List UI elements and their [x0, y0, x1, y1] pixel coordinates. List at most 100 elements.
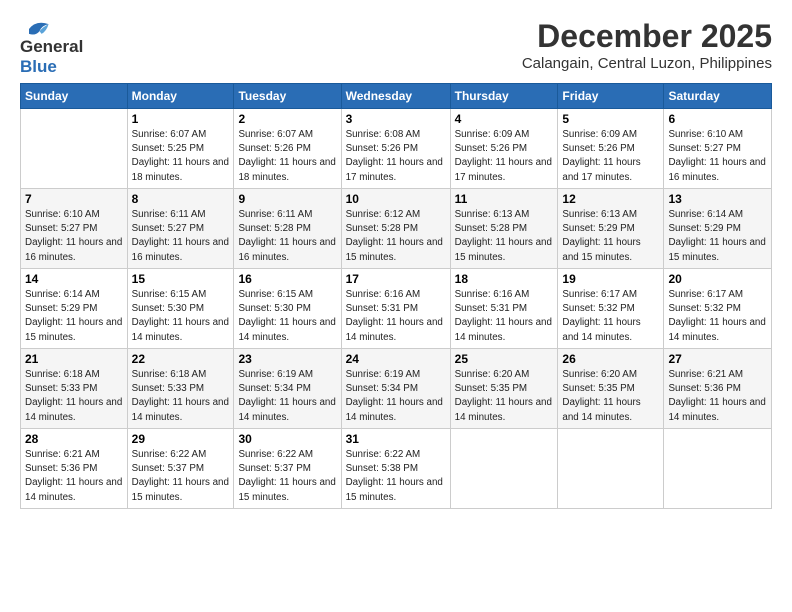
calendar-cell: 5Sunrise: 6:09 AMSunset: 5:26 PMDaylight… [558, 109, 664, 189]
day-number: 1 [132, 112, 230, 126]
weekday-header-row: SundayMondayTuesdayWednesdayThursdayFrid… [21, 84, 772, 109]
calendar-cell [450, 429, 558, 509]
day-info: Sunrise: 6:20 AMSunset: 5:35 PMDaylight:… [455, 368, 554, 425]
calendar-cell: 1 Sunrise: 6:07 AMSunset: 5:25 PMDaylight… [127, 109, 234, 189]
day-number: 16 [238, 272, 336, 286]
calendar-cell [558, 429, 664, 509]
day-info: Sunrise: 6:21 AMSunset: 5:36 PMDaylight:… [668, 368, 767, 425]
logo-blue: Blue [20, 57, 57, 76]
calendar-cell: 12Sunrise: 6:13 AMSunset: 5:29 PMDayligh… [558, 189, 664, 269]
calendar-cell: 27 Sunrise: 6:21 AMSunset: 5:36 PMDayligh… [664, 349, 772, 429]
day-info: Sunrise: 6:18 AMSunset: 5:33 PMDaylight:… [25, 368, 123, 425]
day-number: 3 [346, 112, 446, 126]
day-info: Sunrise: 6:15 AMSunset: 5:30 PMDaylight:… [132, 288, 230, 345]
day-number: 22 [132, 352, 230, 366]
day-info: Sunrise: 6:22 AMSunset: 5:37 PMDaylight:… [132, 448, 230, 505]
calendar-cell: 15 Sunrise: 6:15 AMSunset: 5:30 PMDayligh… [127, 269, 234, 349]
location: Calangain, Central Luzon, Philippines [522, 55, 772, 72]
day-info: Sunrise: 6:17 AMSunset: 5:32 PMDaylight:… [562, 288, 659, 345]
day-number: 21 [25, 352, 123, 366]
calendar-week-1: 7Sunrise: 6:10 AMSunset: 5:27 PMDaylight… [21, 189, 772, 269]
logo-general: General [20, 37, 83, 57]
day-number: 25 [455, 352, 554, 366]
day-number: 27 [668, 352, 767, 366]
day-info: Sunrise: 6:18 AMSunset: 5:33 PMDaylight:… [132, 368, 230, 425]
day-info: Sunrise: 6:19 AMSunset: 5:34 PMDaylight:… [346, 368, 446, 425]
day-info: Sunrise: 6:15 AMSunset: 5:30 PMDaylight:… [238, 288, 336, 345]
day-info: Sunrise: 6:09 AMSunset: 5:26 PMDaylight:… [562, 128, 659, 185]
day-number: 11 [455, 192, 554, 206]
day-number: 17 [346, 272, 446, 286]
page-container: General Blue December 2025 Calangain, Ce… [0, 0, 792, 519]
day-number: 31 [346, 432, 446, 446]
calendar-cell: 20Sunrise: 6:17 AMSunset: 5:32 PMDayligh… [664, 269, 772, 349]
day-info: Sunrise: 6:22 AMSunset: 5:37 PMDaylight:… [238, 448, 336, 505]
day-info: Sunrise: 6:07 AMSunset: 5:25 PMDaylight:… [132, 128, 230, 185]
day-info: Sunrise: 6:12 AMSunset: 5:28 PMDaylight:… [346, 208, 446, 265]
day-info: Sunrise: 6:16 AMSunset: 5:31 PMDaylight:… [455, 288, 554, 345]
day-info: Sunrise: 6:14 AMSunset: 5:29 PMDaylight:… [25, 288, 123, 345]
calendar-cell: 18 Sunrise: 6:16 AMSunset: 5:31 PMDayligh… [450, 269, 558, 349]
month-title: December 2025 [522, 18, 772, 55]
calendar-cell: 7Sunrise: 6:10 AMSunset: 5:27 PMDaylight… [21, 189, 128, 269]
calendar-cell: 24Sunrise: 6:19 AMSunset: 5:34 PMDayligh… [341, 349, 450, 429]
calendar-cell: 23Sunrise: 6:19 AMSunset: 5:34 PMDayligh… [234, 349, 341, 429]
calendar-cell: 29 Sunrise: 6:22 AMSunset: 5:37 PMDayligh… [127, 429, 234, 509]
calendar-cell: 28 Sunrise: 6:21 AMSunset: 5:36 PMDayligh… [21, 429, 128, 509]
day-info: Sunrise: 6:11 AMSunset: 5:28 PMDaylight:… [238, 208, 336, 265]
day-number: 15 [132, 272, 230, 286]
calendar-cell: 8 Sunrise: 6:11 AMSunset: 5:27 PMDaylight… [127, 189, 234, 269]
day-info: Sunrise: 6:16 AMSunset: 5:31 PMDaylight:… [346, 288, 446, 345]
weekday-header-monday: Monday [127, 84, 234, 109]
calendar-cell [21, 109, 128, 189]
weekday-header-thursday: Thursday [450, 84, 558, 109]
day-number: 7 [25, 192, 123, 206]
weekday-header-wednesday: Wednesday [341, 84, 450, 109]
calendar-week-2: 14 Sunrise: 6:14 AMSunset: 5:29 PMDayligh… [21, 269, 772, 349]
day-number: 8 [132, 192, 230, 206]
day-number: 29 [132, 432, 230, 446]
day-number: 2 [238, 112, 336, 126]
calendar-cell: 26 Sunrise: 6:20 AMSunset: 5:35 PMDayligh… [558, 349, 664, 429]
calendar-week-0: 1 Sunrise: 6:07 AMSunset: 5:25 PMDaylight… [21, 109, 772, 189]
day-number: 10 [346, 192, 446, 206]
day-number: 19 [562, 272, 659, 286]
calendar-week-3: 21 Sunrise: 6:18 AMSunset: 5:33 PMDayligh… [21, 349, 772, 429]
title-block: December 2025 Calangain, Central Luzon, … [522, 18, 772, 72]
day-info: Sunrise: 6:08 AMSunset: 5:26 PMDaylight:… [346, 128, 446, 185]
day-number: 9 [238, 192, 336, 206]
calendar-table: SundayMondayTuesdayWednesdayThursdayFrid… [20, 83, 772, 509]
weekday-header-tuesday: Tuesday [234, 84, 341, 109]
calendar-cell: 2 Sunrise: 6:07 AMSunset: 5:26 PMDaylight… [234, 109, 341, 189]
day-info: Sunrise: 6:13 AMSunset: 5:29 PMDaylight:… [562, 208, 659, 265]
day-info: Sunrise: 6:10 AMSunset: 5:27 PMDaylight:… [668, 128, 767, 185]
weekday-header-friday: Friday [558, 84, 664, 109]
day-info: Sunrise: 6:21 AMSunset: 5:36 PMDaylight:… [25, 448, 123, 505]
day-info: Sunrise: 6:07 AMSunset: 5:26 PMDaylight:… [238, 128, 336, 185]
calendar-cell: 14 Sunrise: 6:14 AMSunset: 5:29 PMDayligh… [21, 269, 128, 349]
day-number: 20 [668, 272, 767, 286]
day-number: 28 [25, 432, 123, 446]
day-number: 18 [455, 272, 554, 286]
calendar-cell: 19 Sunrise: 6:17 AMSunset: 5:32 PMDayligh… [558, 269, 664, 349]
calendar-cell: 9 Sunrise: 6:11 AMSunset: 5:28 PMDaylight… [234, 189, 341, 269]
day-number: 26 [562, 352, 659, 366]
day-info: Sunrise: 6:14 AMSunset: 5:29 PMDaylight:… [668, 208, 767, 265]
calendar-cell: 13 Sunrise: 6:14 AMSunset: 5:29 PMDayligh… [664, 189, 772, 269]
day-info: Sunrise: 6:22 AMSunset: 5:38 PMDaylight:… [346, 448, 446, 505]
day-info: Sunrise: 6:11 AMSunset: 5:27 PMDaylight:… [132, 208, 230, 265]
day-info: Sunrise: 6:20 AMSunset: 5:35 PMDaylight:… [562, 368, 659, 425]
calendar-cell: 16 Sunrise: 6:15 AMSunset: 5:30 PMDayligh… [234, 269, 341, 349]
weekday-header-saturday: Saturday [664, 84, 772, 109]
day-info: Sunrise: 6:13 AMSunset: 5:28 PMDaylight:… [455, 208, 554, 265]
calendar-cell: 11 Sunrise: 6:13 AMSunset: 5:28 PMDayligh… [450, 189, 558, 269]
calendar-cell: 21 Sunrise: 6:18 AMSunset: 5:33 PMDayligh… [21, 349, 128, 429]
day-number: 14 [25, 272, 123, 286]
calendar-cell: 25 Sunrise: 6:20 AMSunset: 5:35 PMDayligh… [450, 349, 558, 429]
calendar-cell: 3 Sunrise: 6:08 AMSunset: 5:26 PMDaylight… [341, 109, 450, 189]
calendar-week-4: 28 Sunrise: 6:21 AMSunset: 5:36 PMDayligh… [21, 429, 772, 509]
weekday-header-sunday: Sunday [21, 84, 128, 109]
calendar-cell: 6Sunrise: 6:10 AMSunset: 5:27 PMDaylight… [664, 109, 772, 189]
day-number: 13 [668, 192, 767, 206]
calendar-cell: 30Sunrise: 6:22 AMSunset: 5:37 PMDayligh… [234, 429, 341, 509]
